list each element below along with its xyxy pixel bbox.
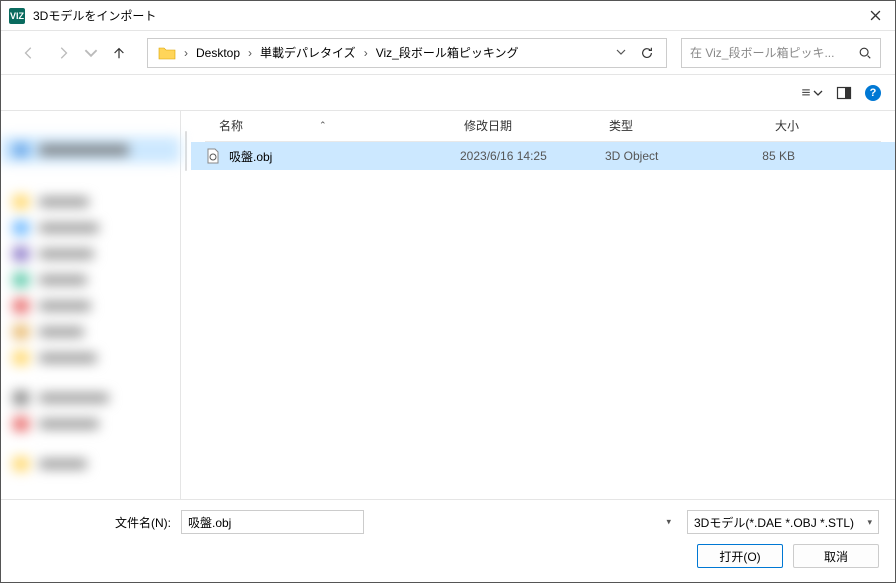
arrow-left-icon (22, 46, 36, 60)
dialog-window: VIZ 3Dモデルをインポート › Desktop › 単載デパレタイズ › (0, 0, 896, 583)
file-size: 85 KB (725, 149, 795, 163)
chevron-down-icon (813, 85, 823, 101)
filetype-select[interactable]: 3Dモデル(*.DAE *.OBJ *.STL) ▾ (687, 510, 879, 534)
chevron-right-icon: › (182, 46, 190, 60)
cancel-button[interactable]: 取消 (793, 544, 879, 568)
navbar: › Desktop › 単載デパレタイズ › Viz_段ボール箱ピッキング 在 … (1, 31, 895, 75)
splitter[interactable] (181, 111, 191, 499)
file-pane: 名称 ⌃ 修改日期 类型 大小 吸盤.obj 2023/6/16 14:25 3… (191, 111, 895, 499)
folder-icon (158, 46, 176, 60)
column-type[interactable]: 类型 (609, 117, 729, 134)
breadcrumb-dropdown[interactable] (610, 46, 632, 60)
breadcrumb-folder-1[interactable]: 単載デパレタイズ (254, 44, 362, 61)
search-input[interactable]: 在 Viz_段ボール箱ピッキ... (681, 38, 881, 68)
arrow-up-icon (112, 46, 126, 60)
file-row[interactable]: 吸盤.obj 2023/6/16 14:25 3D Object 85 KB (191, 142, 895, 170)
preview-pane-icon (836, 85, 852, 101)
button-row: 打开(O) 取消 (17, 544, 879, 568)
breadcrumb-bar[interactable]: › Desktop › 単載デパレタイズ › Viz_段ボール箱ピッキング (147, 38, 667, 68)
back-button[interactable] (15, 39, 43, 67)
arrow-right-icon (56, 46, 70, 60)
body: 名称 ⌃ 修改日期 类型 大小 吸盤.obj 2023/6/16 14:25 3… (1, 111, 895, 499)
column-date[interactable]: 修改日期 (464, 117, 609, 134)
window-title: 3Dモデルをインポート (33, 7, 855, 24)
chevron-right-icon: › (362, 46, 370, 60)
recent-button[interactable] (83, 39, 99, 67)
column-size[interactable]: 大小 (729, 117, 799, 134)
preview-pane-button[interactable] (833, 82, 855, 104)
app-icon: VIZ (9, 8, 25, 24)
close-icon (870, 10, 881, 21)
refresh-icon (640, 46, 654, 60)
up-button[interactable] (105, 39, 133, 67)
search-placeholder: 在 Viz_段ボール箱ピッキ... (690, 44, 854, 61)
chevron-down-icon: ▾ (867, 517, 872, 528)
titlebar: VIZ 3Dモデルをインポート (1, 1, 895, 31)
filename-label: 文件名(N): (115, 514, 171, 531)
file-name: 吸盤.obj (229, 148, 460, 165)
column-name[interactable]: 名称 ⌃ (219, 117, 464, 134)
filename-input[interactable] (181, 510, 364, 534)
file-icon (205, 148, 221, 164)
view-mode-button[interactable] (801, 82, 823, 104)
file-type: 3D Object (605, 149, 725, 163)
sort-indicator-icon: ⌃ (319, 120, 327, 131)
open-button[interactable]: 打开(O) (697, 544, 783, 568)
list-icon (801, 85, 811, 101)
close-button[interactable] (855, 1, 895, 31)
sidebar[interactable] (1, 111, 181, 499)
chevron-right-icon: › (246, 46, 254, 60)
chevron-down-icon (84, 46, 98, 60)
column-headers: 名称 ⌃ 修改日期 类型 大小 (191, 111, 895, 141)
chevron-down-icon: ▾ (666, 517, 671, 528)
breadcrumb-folder-2[interactable]: Viz_段ボール箱ピッキング (370, 44, 525, 61)
chevron-down-icon (616, 47, 626, 57)
help-button[interactable]: ? (865, 85, 881, 101)
forward-button[interactable] (49, 39, 77, 67)
filename-row: 文件名(N): ▾ 3Dモデル(*.DAE *.OBJ *.STL) ▾ (17, 510, 879, 534)
file-date: 2023/6/16 14:25 (460, 149, 605, 163)
toolbar: ? (1, 75, 895, 111)
footer: 文件名(N): ▾ 3Dモデル(*.DAE *.OBJ *.STL) ▾ 打开(… (1, 499, 895, 582)
search-icon (858, 46, 872, 60)
breadcrumb-desktop[interactable]: Desktop (190, 46, 246, 60)
refresh-button[interactable] (632, 39, 662, 67)
